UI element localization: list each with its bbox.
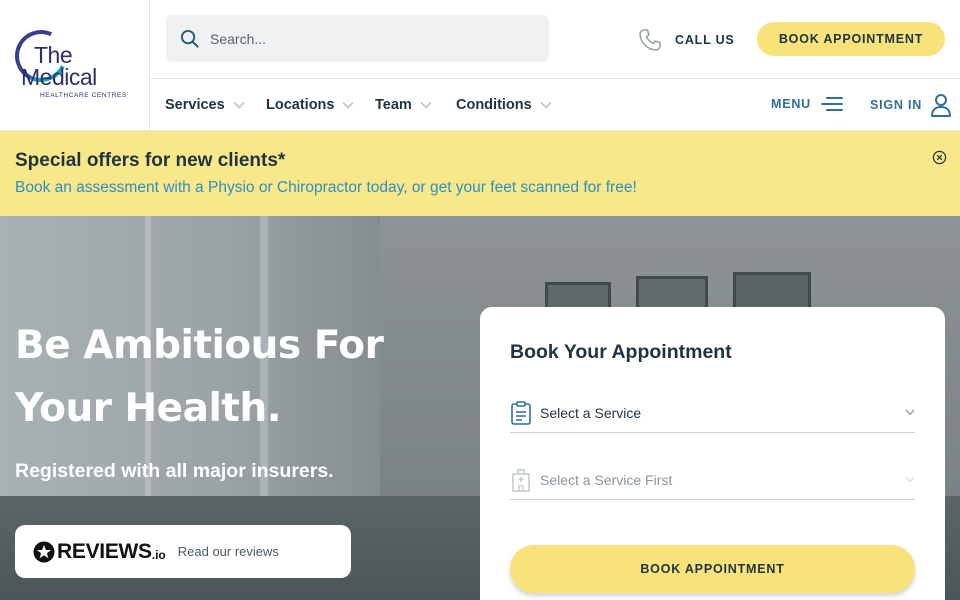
star-icon <box>33 541 55 562</box>
book-appointment-button[interactable]: BOOK APPOINTMENT <box>757 22 945 56</box>
nav-item-locations[interactable]: Locations <box>266 97 355 113</box>
booking-submit-button[interactable]: BOOK APPOINTMENT <box>510 545 915 593</box>
offer-title: Special offers for new clients* <box>15 150 286 171</box>
sign-in-button[interactable]: SIGN IN <box>870 93 952 117</box>
search-input[interactable] <box>210 27 530 51</box>
hero-title: Be Ambitious For Your Health. <box>15 323 384 431</box>
nav-item-conditions[interactable]: Conditions <box>456 97 552 113</box>
service-select-value: Select a Service <box>540 404 642 421</box>
search-bar <box>166 15 549 62</box>
menu-label: MENU <box>771 97 812 111</box>
chevron-down-icon <box>905 409 915 416</box>
booking-title: Book Your Appointment <box>510 341 732 363</box>
chevron-down-icon <box>342 101 355 109</box>
chevron-down-icon <box>540 101 552 109</box>
close-icon[interactable] <box>932 150 947 165</box>
logo-line-2: Medical <box>21 64 97 90</box>
menu-button[interactable]: MENU <box>771 95 844 113</box>
search-icon[interactable] <box>180 29 199 48</box>
chevron-down-icon <box>905 476 915 483</box>
booking-card: Book Your Appointment Select a Service S… <box>480 307 945 600</box>
hero-subtitle: Registered with all major insurers. <box>15 460 334 482</box>
user-icon <box>931 94 952 117</box>
nav-item-label: Services <box>165 97 225 113</box>
hamburger-icon <box>821 97 844 111</box>
call-us-link[interactable]: CALL US <box>638 27 735 53</box>
building-icon <box>512 468 530 492</box>
reviews-badge[interactable]: REVIEWS .io Read our reviews <box>15 525 351 578</box>
chevron-down-icon <box>233 101 245 109</box>
nav-item-team[interactable]: Team <box>375 97 432 113</box>
location-select[interactable]: Select a Service First <box>510 460 915 500</box>
clipboard-icon <box>511 400 531 425</box>
nav-item-label: Team <box>375 97 412 113</box>
call-us-label: CALL US <box>675 33 735 47</box>
read-reviews-link: Read our reviews <box>177 544 279 559</box>
nav-item-label: Locations <box>266 97 335 113</box>
logo-tagline: HEALTHCARE CENTRES <box>40 92 127 99</box>
chevron-down-icon <box>420 101 432 109</box>
reviews-brand-suffix: .io <box>151 547 166 562</box>
main-nav: Services Locations Team Conditions MENU … <box>150 78 960 131</box>
logo[interactable]: The Medical HEALTHCARE CENTRES <box>0 0 150 131</box>
service-select[interactable]: Select a Service <box>510 393 915 433</box>
reviews-brand: REVIEWS <box>57 539 152 563</box>
nav-item-services[interactable]: Services <box>165 97 245 113</box>
nav-item-label: Conditions <box>456 97 532 113</box>
offer-link[interactable]: Book an assessment with a Physio or Chir… <box>15 179 637 197</box>
sign-in-label: SIGN IN <box>870 98 923 112</box>
phone-icon <box>639 29 661 51</box>
location-select-value: Select a Service First <box>540 471 673 488</box>
site-header: The Medical HEALTHCARE CENTRES CALL US B… <box>0 0 960 131</box>
offer-banner: Special offers for new clients* Book an … <box>0 131 960 216</box>
